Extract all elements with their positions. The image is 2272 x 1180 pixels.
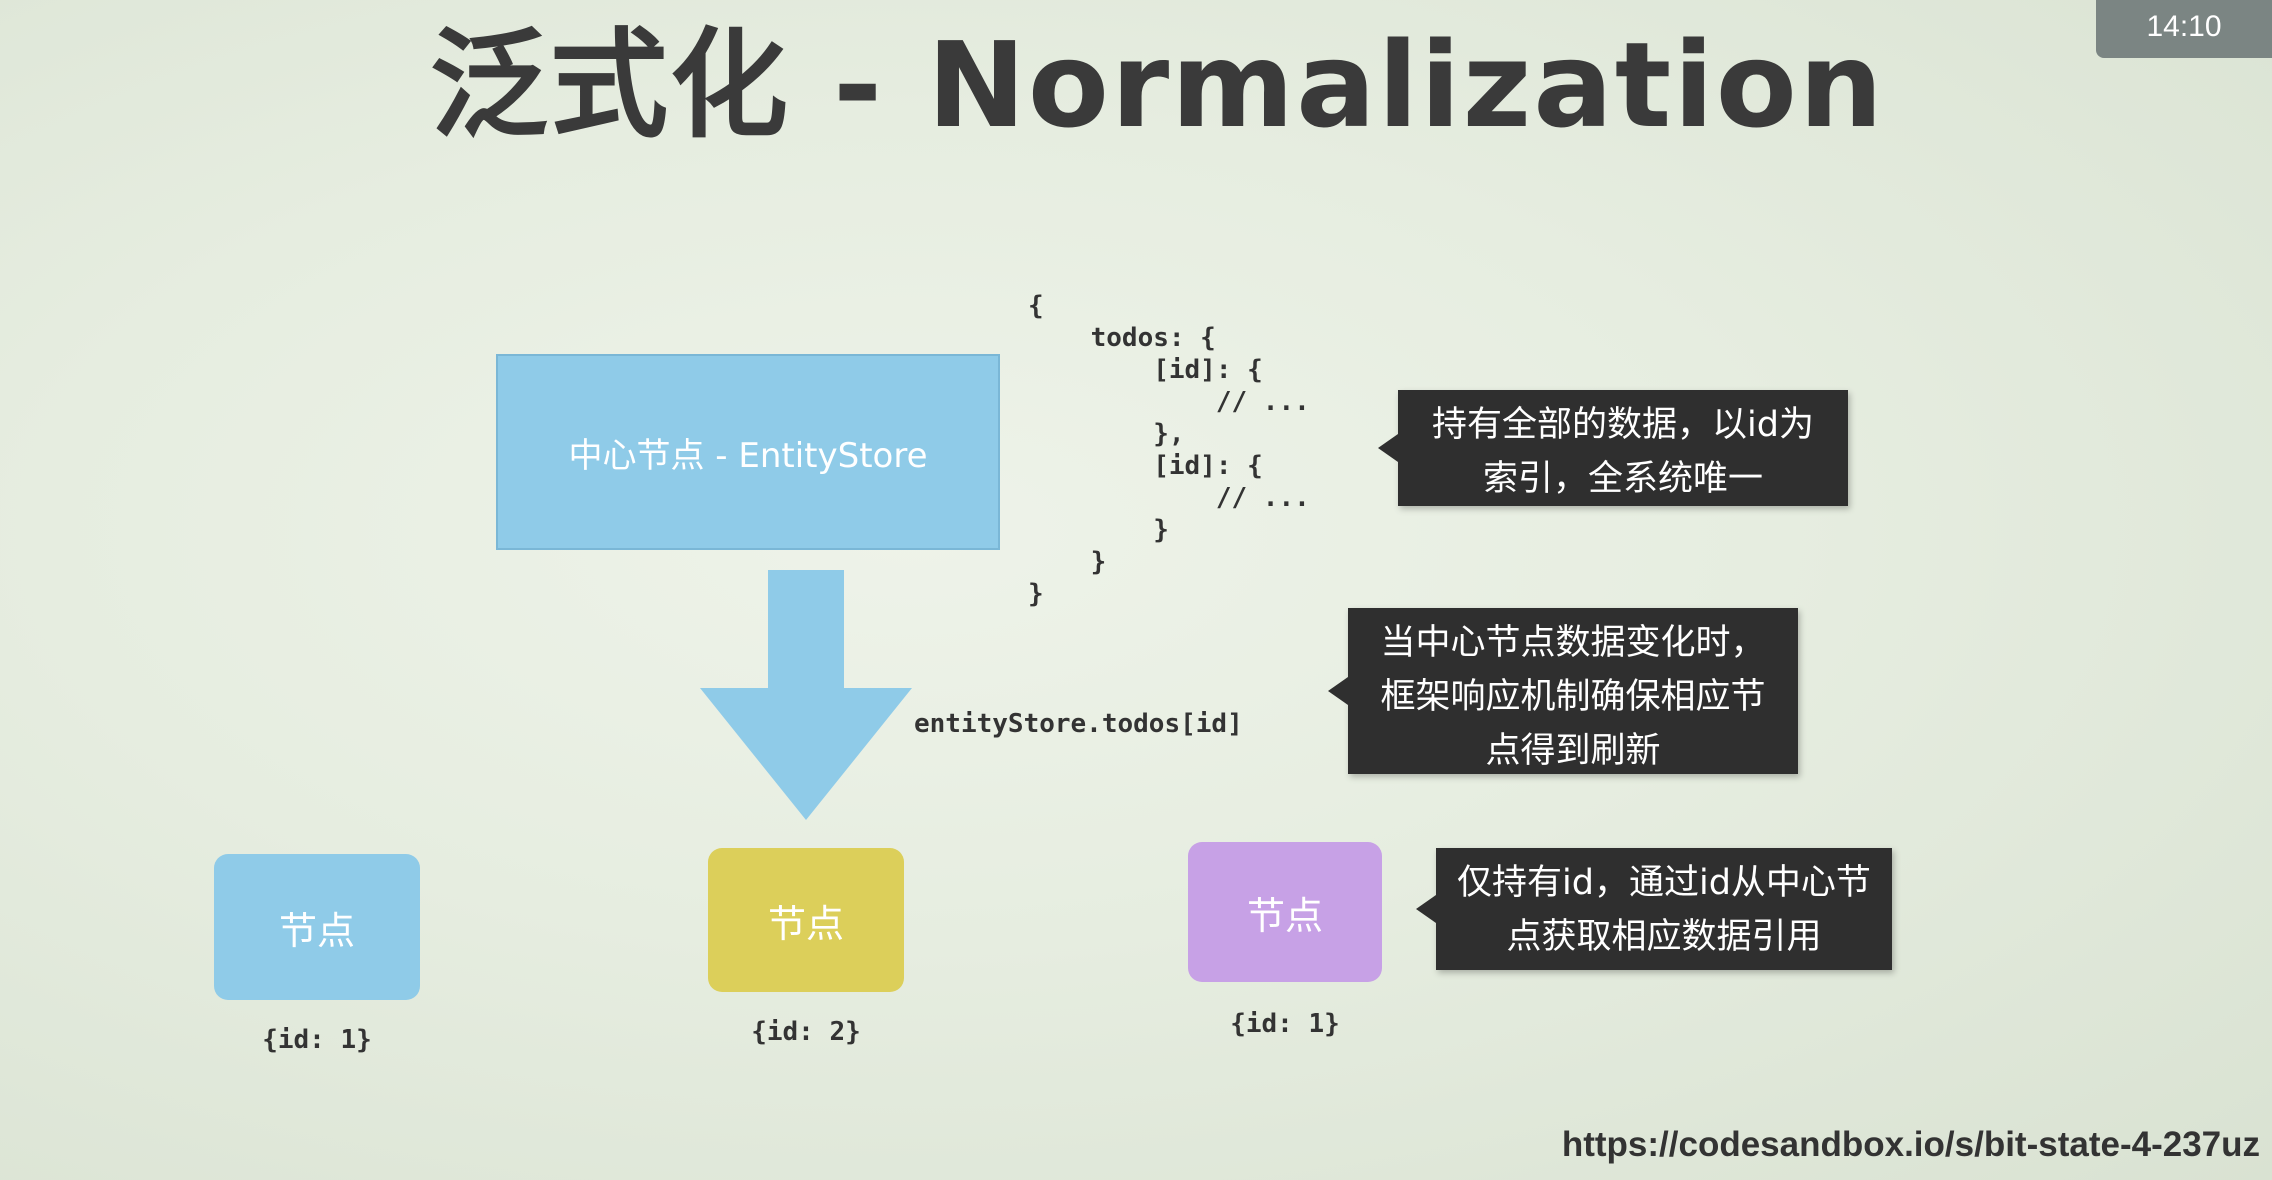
entity-store-label: 中心节点 - EntityStore [568,435,928,476]
node-id-2: {id: 2} [751,1017,861,1047]
node-id-1: {id: 1} [262,1025,372,1055]
node-box-3: 节点 [1188,842,1382,982]
node-box-1: 节点 [214,854,420,1000]
entity-store-box: 中心节点 - EntityStore [496,354,1000,550]
down-arrow-shape [700,570,912,820]
access-expression: entityStore.todos[id] [914,709,1243,739]
callout-entity-store: 持有全部的数据，以id为 索引，全系统唯一 [1378,390,1848,506]
entity-store-code: { todos: { [id]: { // ... }, [id]: { // … [1028,291,1310,609]
node-label: 节点 [1246,893,1323,938]
callout-reactivity: 当中心节点数据变化时， 框架响应机制确保相应节 点得到刷新 [1328,608,1798,774]
node-label: 节点 [278,908,355,953]
down-arrow-icon [700,570,912,820]
node-box-2: 节点 [708,848,904,992]
node-label: 节点 [767,901,844,946]
footer-url: https://codesandbox.io/s/bit-state-4-237… [1561,1125,2260,1164]
node-id-3: {id: 1} [1230,1009,1340,1039]
callout-node-reference: 仅持有id，通过id从中心节 点获取相应数据引用 [1416,848,1892,970]
clock-badge: 14:10 [2096,0,2272,58]
slide-title: 泛式化 - Normalization [430,16,1885,154]
